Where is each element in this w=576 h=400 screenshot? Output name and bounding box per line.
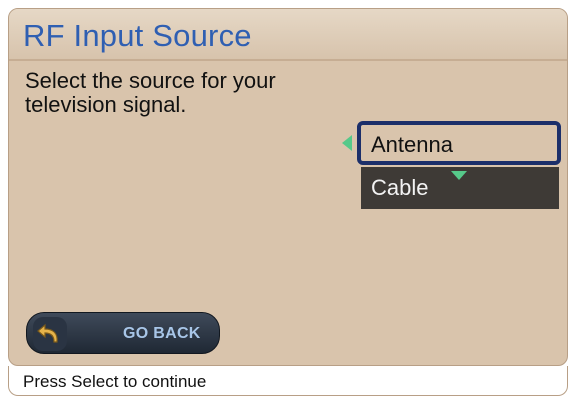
status-text: Press Select to continue (23, 372, 207, 391)
back-arrow-icon (33, 317, 67, 351)
status-bar: Press Select to continue (8, 366, 568, 396)
option-antenna[interactable]: Antenna (357, 121, 561, 165)
down-arrow-icon (451, 171, 467, 180)
option-label: Antenna (371, 132, 453, 157)
option-label: Cable (371, 175, 429, 200)
page-title: RF Input Source (23, 18, 252, 53)
go-back-button[interactable]: GO BACK (26, 312, 220, 354)
left-arrow-icon (342, 135, 352, 151)
back-arrow-svg (37, 323, 58, 343)
instruction-text: Select the source for your television si… (25, 68, 276, 117)
screen-frame: RF Input Source Select the source for yo… (0, 0, 576, 400)
go-back-label: GO BACK (123, 325, 201, 342)
title-bar: RF Input Source (9, 9, 567, 61)
settings-panel: RF Input Source Select the source for yo… (8, 8, 568, 366)
